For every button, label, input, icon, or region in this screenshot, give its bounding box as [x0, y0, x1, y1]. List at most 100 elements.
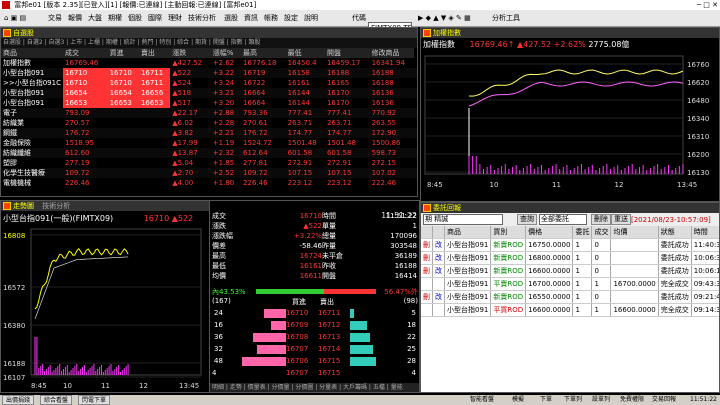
futures-intraday-chart[interactable]: 16808 16572 16380 16188 16107 8:45 10 11 12 13:45 [1, 225, 209, 393]
watchlist-row[interactable]: 加權指數 16769.46 ▲427.52 +2.62 16776.18 16450.4 1… [1, 58, 417, 68]
order-modify-button[interactable] [432, 277, 445, 291]
order-modify-button[interactable] [432, 303, 445, 317]
col-header[interactable]: 均價 [610, 226, 659, 239]
col-header[interactable]: 時間 [691, 226, 719, 239]
order-row[interactable]: 刪改小型台指091新賣ROD16550.000010 委託成功09:21:45 [421, 290, 719, 304]
col-header[interactable]: 最高 [241, 48, 286, 58]
watchlist-row[interactable]: 鋼鐵 176.72 ▲3.82 +2.21 176.72 174.77 174.77 172.… [1, 128, 417, 138]
order-modify-button[interactable]: 改 [432, 238, 445, 252]
col-header[interactable]: 價格 [525, 226, 574, 239]
watchlist-tabs[interactable]: 自選股 | 自選2 | 自選3 | 上市 | 上櫃 | 期權 | 統計 | 熱門… [1, 38, 417, 48]
status-right-0[interactable]: 智能看盤 [470, 395, 494, 405]
row-cell [108, 118, 139, 128]
book-row[interactable]: 36 16708 16713 22 [212, 332, 418, 343]
toolbar-right-icons[interactable]: ▶ ◆ ▲ ▼ ◈ ✎ ▦ [416, 12, 473, 25]
col-header[interactable]: 委託 [572, 226, 593, 239]
watchlist-row[interactable]: 小型台指091 16710 16710 16711 ▲522 +3.22 16719 1615… [1, 68, 417, 78]
x-tick-label: 8:45 [427, 181, 443, 189]
book-row[interactable]: 48 16706 16715 28 [212, 356, 418, 367]
book-row[interactable]: 16 16709 16712 18 [212, 320, 418, 331]
status-right-3[interactable]: 下單列 [564, 395, 582, 405]
status-right-6[interactable]: 交易回報 [652, 395, 676, 405]
bottom-tabs[interactable]: 明細 | 走勢 | 價量表 | 分價量 | 分價圖 | 分量表 | 大戶籌碼 |… [210, 383, 419, 392]
query-button[interactable]: 查詢 [517, 214, 537, 225]
order-modify-button[interactable]: 改 [432, 290, 445, 304]
menu-item-help[interactable]: 說明 [302, 12, 320, 25]
col-header[interactable]: 漲幅% [211, 48, 241, 58]
col-header[interactable] [432, 226, 445, 239]
status-btn-1[interactable]: 綜合看盤 [40, 395, 73, 405]
col-header[interactable]: 最低 [286, 48, 325, 58]
menu-item-trade[interactable]: 交易 [46, 12, 64, 25]
delete-button[interactable]: 刪除 [591, 214, 611, 225]
watchlist-row[interactable]: 電機機械 226.46 ▲4.00 +1.80 226.46 223.12 223.12 22… [1, 178, 417, 188]
status-right-4[interactable]: 設單列 [592, 395, 610, 405]
analysis-tools-button[interactable]: 分析工具 [490, 12, 522, 25]
menu-item-options[interactable]: 期權 [106, 12, 124, 25]
watchlist-row[interactable]: 化學生技醫療 109.72 ▲2.70 +2.52 109.72 107.15 107.15… [1, 168, 417, 178]
order-delete-button[interactable]: 刪 [421, 290, 433, 304]
filter-select[interactable]: 全部委託 [539, 214, 587, 225]
watchlist-row[interactable]: 電子 793.09 ▲22.17 +2.88 793.36 777.41 777.41 770… [1, 108, 417, 118]
order-row[interactable]: 刪改小型台指091新賣ROD16800.000010 委託成功10:06:34 [421, 251, 719, 265]
menu-item-market[interactable]: 大盤 [86, 12, 104, 25]
menu-item-info[interactable]: 資訊 [242, 12, 260, 25]
minimize-button[interactable]: ─ [697, 1, 701, 9]
status-right-5[interactable]: 免費權限 [620, 395, 644, 405]
tech-analysis-tab[interactable]: 技術分析 [42, 202, 70, 210]
watchlist-row[interactable]: 塑膠 277.19 ▲5.04 +1.85 277.81 272.91 272.91 272.… [1, 158, 417, 168]
maximize-button[interactable]: □ [703, 1, 710, 9]
col-header[interactable]: 商品 [1, 48, 63, 58]
book-row[interactable]: 32 16707 16714 25 [212, 344, 418, 355]
watchlist-row[interactable]: 金融保險 1518.95 ▲17.99 +1.19 1524.72 1501.48 1501… [1, 138, 417, 148]
menu-item-finance[interactable]: 理財 [166, 12, 184, 25]
watchlist-row[interactable]: 小型台指091 16653 16653 16653 ▲517 +3.20 16664 1614… [1, 98, 417, 108]
status-btn-0[interactable]: 出價捐錢 [2, 395, 35, 405]
order-delete-button[interactable]: 刪 [421, 251, 433, 265]
order-delete-button[interactable] [421, 277, 433, 291]
order-delete-button[interactable] [421, 303, 433, 317]
col-header[interactable]: 賣出 [139, 48, 170, 58]
col-header[interactable]: 開盤 [325, 48, 370, 58]
order-row[interactable]: 刪改小型台指091新賣ROD16750.000010 委託成功11:40:32 [421, 238, 719, 252]
col-header[interactable]: 買別 [490, 226, 527, 239]
book-row[interactable]: 24 16710 16711 5 [212, 308, 418, 319]
order-delete-button[interactable]: 刪 [421, 238, 433, 252]
status-right-1[interactable]: 模擬 [512, 395, 524, 405]
index-intraday-chart[interactable]: 16760 16620 16480 16340 16310 16200 16130 8:45 1… [421, 52, 719, 201]
menu-item-stock[interactable]: 個股 [126, 12, 144, 25]
menu-item-select[interactable]: 選股 [222, 12, 240, 25]
row-cell: ▲4.00 [172, 179, 194, 187]
row-cell: 176.72 [243, 129, 268, 137]
col-header[interactable]: 商品 [444, 226, 492, 239]
col-header[interactable]: 成交 [63, 48, 108, 58]
order-modify-button[interactable]: 改 [432, 264, 445, 278]
account-select[interactable]: 期 精誠 [423, 214, 503, 225]
order-row[interactable]: 小型台指091 平賣ROD 16700.0000 1 1 16700.0000 完全成交 09… [421, 277, 719, 291]
close-button[interactable]: ✕ [712, 1, 718, 9]
menu-item-tech[interactable]: 技術分析 [186, 12, 218, 25]
resend-button[interactable]: 重送 [611, 214, 631, 225]
col-header[interactable]: 修改商品 [370, 48, 415, 58]
menu-item-intl[interactable]: 國際 [146, 12, 164, 25]
col-header[interactable]: 成交 [591, 226, 612, 239]
watchlist-row[interactable]: >>小型台指091C 16710 16710 16711 ▲524 +3.24 16722 1… [1, 78, 417, 88]
menu-item-account[interactable]: 帳務 [262, 12, 280, 25]
menu-item-quote[interactable]: 報價 [66, 12, 84, 25]
order-delete-button[interactable]: 刪 [421, 264, 433, 278]
watchlist-row[interactable]: 紡織業 270.57 ▲6.02 +2.28 270.61 263.71 263.71 263… [1, 118, 417, 128]
col-header[interactable]: 漲跌 [170, 48, 210, 58]
order-row[interactable]: 小型台指091 平買ROD 16600.0000 1 1 16600.0000 完全成交 09… [421, 303, 719, 317]
order-row[interactable]: 刪改小型台指091新賣ROD16600.000010 委託成功10:06:16 [421, 264, 719, 278]
status-btn-2[interactable]: 閃電下單 [78, 395, 111, 405]
col-header[interactable]: 買進 [108, 48, 139, 58]
col-header[interactable]: 狀態 [658, 226, 692, 239]
toolbar-icons[interactable]: ⌂ ▣ ▤ [2, 12, 28, 25]
order-modify-button[interactable]: 改 [432, 251, 445, 265]
status-right-2[interactable]: 下單 [540, 395, 552, 405]
chart-frame [30, 228, 202, 376]
watchlist-row[interactable]: 紡織纖維 612.60 ▲13.87 +2.32 612.64 601.58 601.58 5… [1, 148, 417, 158]
watchlist-row[interactable]: 小型台指091 16654 16654 16656 ▲518 +3.21 16664 1614… [1, 88, 417, 98]
menu-item-settings[interactable]: 設定 [282, 12, 300, 25]
col-header[interactable] [421, 226, 433, 239]
